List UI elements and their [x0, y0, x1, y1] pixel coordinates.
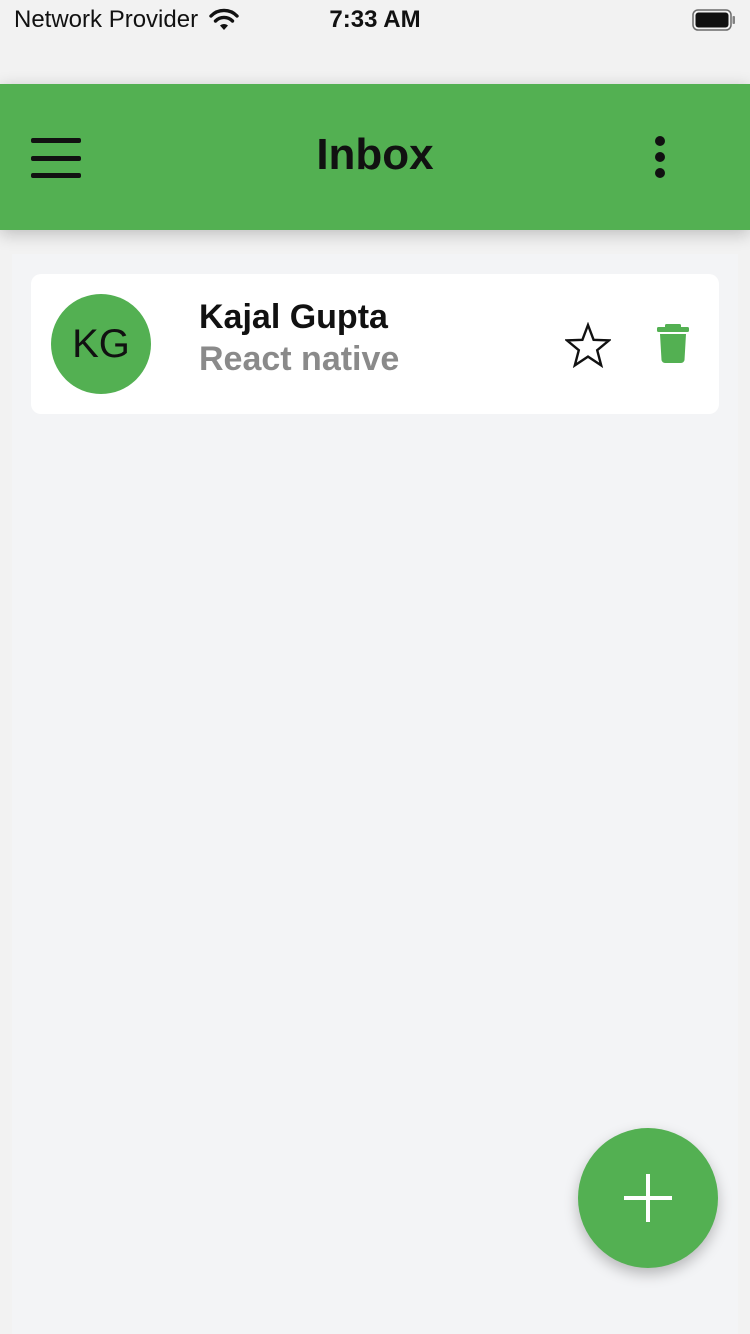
status-time: 7:33 AM	[329, 6, 421, 33]
compose-button[interactable]	[578, 1128, 718, 1268]
avatar: KG	[51, 294, 151, 394]
menu-button[interactable]	[28, 136, 84, 180]
status-bar: Network Provider 7:33 AM	[0, 0, 750, 42]
email-subject: React native	[199, 340, 400, 378]
star-outline-icon	[563, 321, 613, 369]
star-button[interactable]	[563, 321, 613, 369]
delete-button[interactable]	[655, 324, 691, 364]
email-list-item[interactable]: KG Kajal Gupta React native	[31, 274, 719, 414]
page-title: Inbox	[316, 130, 434, 179]
battery-icon	[692, 9, 735, 31]
avatar-initials: KG	[72, 321, 130, 366]
app-header: Inbox	[0, 84, 750, 230]
more-options-button[interactable]	[642, 132, 678, 182]
plus-icon	[624, 1174, 672, 1222]
email-sender: Kajal Gupta	[199, 298, 388, 336]
trash-icon	[657, 324, 689, 364]
